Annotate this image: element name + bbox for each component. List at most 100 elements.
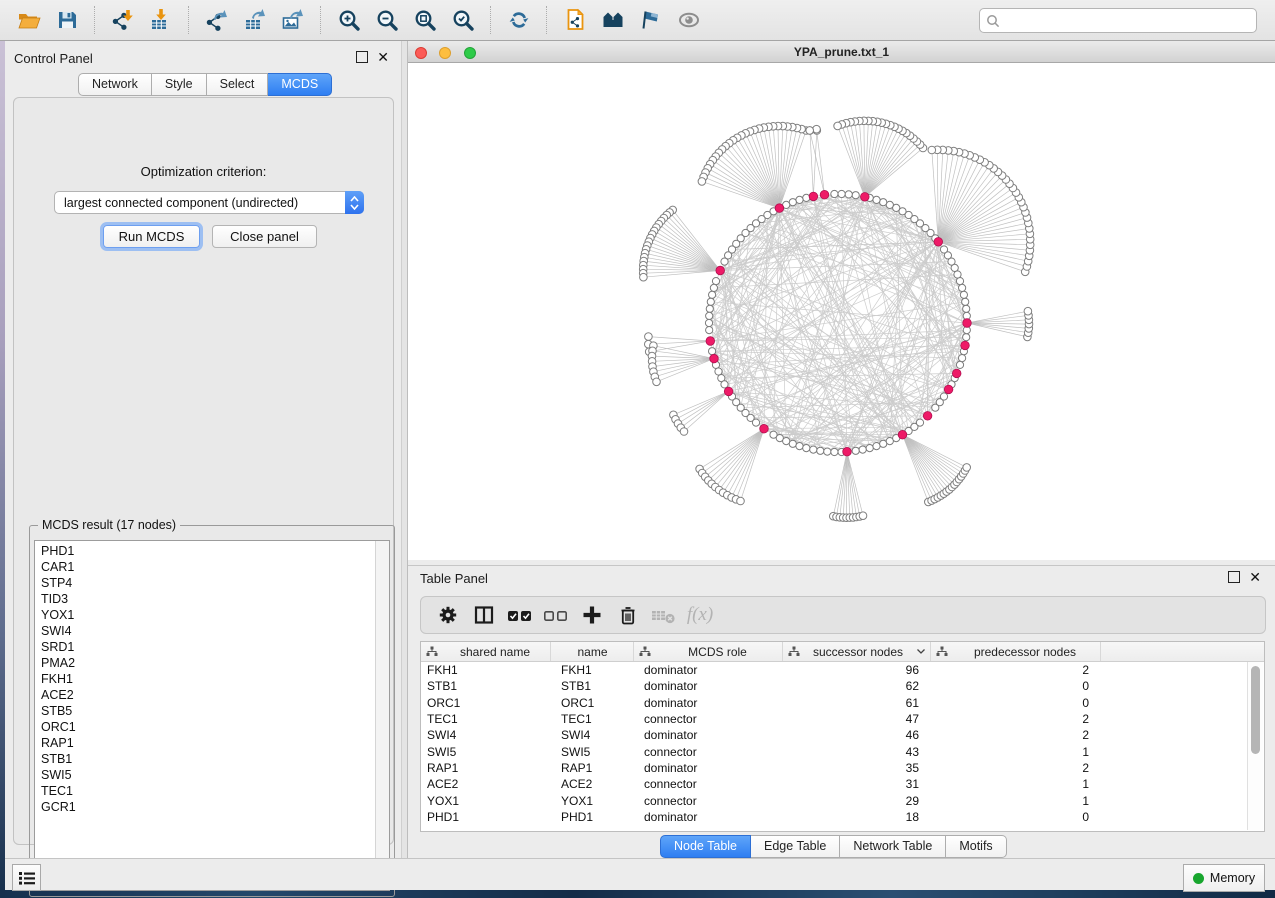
mcds-list-scrollbar[interactable] xyxy=(375,541,389,890)
search-input[interactable] xyxy=(1000,14,1256,28)
cell-predecessor-nodes: 0 xyxy=(931,696,1101,710)
table-row[interactable]: SWI5SWI5connector431 xyxy=(421,743,1264,759)
search-icon xyxy=(986,14,1000,28)
mcds-result-item[interactable]: RAP1 xyxy=(35,735,375,751)
mcds-result-item[interactable]: TID3 xyxy=(35,591,375,607)
table-row[interactable]: FKH1FKH1dominator962 xyxy=(421,662,1264,678)
task-history-button[interactable] xyxy=(12,864,41,891)
control-panel-title: Control Panel xyxy=(14,50,93,68)
column-header-successor-nodes[interactable]: successor nodes xyxy=(783,642,931,661)
table-panel-title: Table Panel xyxy=(420,571,488,586)
zoom-out-icon[interactable] xyxy=(370,5,404,35)
mcds-result-item[interactable]: PMA2 xyxy=(35,655,375,671)
tab-select[interactable]: Select xyxy=(207,73,269,96)
apply-layout-icon[interactable] xyxy=(502,5,536,35)
cell-successor-nodes: 31 xyxy=(783,777,931,791)
table-row[interactable]: STB1STB1dominator620 xyxy=(421,678,1264,694)
network-window-titlebar[interactable]: YPA_prune.txt_1 xyxy=(408,41,1275,63)
mcds-result-item[interactable]: SRD1 xyxy=(35,639,375,655)
dropdown-stepper-icon xyxy=(345,191,364,214)
mcds-result-item[interactable]: GCR1 xyxy=(35,799,375,815)
export-table-icon[interactable] xyxy=(238,5,272,35)
cell-MCDS-role: connector xyxy=(634,777,783,791)
table-row[interactable]: RAP1RAP1dominator352 xyxy=(421,760,1264,776)
mcds-result-item[interactable]: FKH1 xyxy=(35,671,375,687)
table-row[interactable]: TEC1TEC1connector472 xyxy=(421,711,1264,727)
mcds-result-list[interactable]: PHD1CAR1STP4TID3YOX1SWI4SRD1PMA2FKH1ACE2… xyxy=(34,540,390,891)
column-header-shared-name[interactable]: shared name xyxy=(421,642,551,661)
mcds-result-item[interactable]: YOX1 xyxy=(35,607,375,623)
open-file-icon[interactable] xyxy=(12,5,46,35)
table-row[interactable]: PHD1PHD1dominator180 xyxy=(421,809,1264,825)
export-network-icon[interactable] xyxy=(200,5,234,35)
mcds-result-item[interactable]: STP4 xyxy=(35,575,375,591)
column-label: name xyxy=(556,645,629,659)
tree-icon xyxy=(788,646,800,657)
import-network-icon[interactable] xyxy=(106,5,140,35)
columns-icon[interactable] xyxy=(469,602,499,628)
close-panel-icon[interactable]: ✕ xyxy=(377,52,389,62)
cell-name: YOX1 xyxy=(551,794,634,808)
function-icon: f(x) xyxy=(685,602,715,628)
table-scrollbar[interactable] xyxy=(1247,662,1263,830)
tab-network[interactable]: Network xyxy=(78,73,152,96)
tab-style[interactable]: Style xyxy=(152,73,207,96)
mcds-result-item[interactable]: STB1 xyxy=(35,751,375,767)
main-toolbar xyxy=(0,0,1275,41)
first-neighbors-icon[interactable] xyxy=(596,5,630,35)
column-label: successor nodes xyxy=(806,645,910,659)
column-header-MCDS-role[interactable]: MCDS role xyxy=(634,642,783,661)
close-table-panel-icon[interactable]: ✕ xyxy=(1249,572,1261,582)
tab-mcds[interactable]: MCDS xyxy=(268,73,332,96)
criterion-dropdown[interactable]: largest connected component (undirected) xyxy=(54,191,364,214)
table-row[interactable]: YOX1YOX1connector291 xyxy=(421,792,1264,808)
add-column-icon[interactable] xyxy=(577,602,607,628)
mcds-result-item[interactable]: SWI5 xyxy=(35,767,375,783)
table-tab-motifs[interactable]: Motifs xyxy=(946,835,1006,858)
flag-icon[interactable] xyxy=(634,5,668,35)
mcds-result-item[interactable]: TEC1 xyxy=(35,783,375,799)
cell-predecessor-nodes: 2 xyxy=(931,712,1101,726)
zoom-fit-icon[interactable] xyxy=(408,5,442,35)
search-field[interactable] xyxy=(979,8,1257,33)
float-panel-button[interactable] xyxy=(356,51,368,63)
run-mcds-button[interactable]: Run MCDS xyxy=(103,225,200,248)
zoom-in-icon[interactable] xyxy=(332,5,366,35)
close-panel-button[interactable]: Close panel xyxy=(212,225,317,248)
zoom-selected-icon[interactable] xyxy=(446,5,480,35)
table-row[interactable]: ORC1ORC1dominator610 xyxy=(421,695,1264,711)
export-image-icon[interactable] xyxy=(276,5,310,35)
new-network-from-selection-icon[interactable] xyxy=(558,5,592,35)
tree-icon xyxy=(426,646,438,657)
import-table-icon[interactable] xyxy=(144,5,178,35)
gear-icon[interactable] xyxy=(433,602,463,628)
cell-successor-nodes: 96 xyxy=(783,663,931,677)
mcds-result-item[interactable]: STB5 xyxy=(35,703,375,719)
column-header-name[interactable]: name xyxy=(551,642,634,661)
table-tab-network-table[interactable]: Network Table xyxy=(840,835,946,858)
table-row[interactable]: ACE2ACE2connector311 xyxy=(421,776,1264,792)
network-canvas[interactable] xyxy=(408,63,1275,560)
mcds-result-item[interactable]: ACE2 xyxy=(35,687,375,703)
table-tab-node-table[interactable]: Node Table xyxy=(660,835,751,858)
deselect-all-icon[interactable] xyxy=(541,602,571,628)
network-satellite-nodes[interactable] xyxy=(639,117,1034,522)
column-header-predecessor-nodes[interactable]: predecessor nodes xyxy=(931,642,1101,661)
cell-name: STB1 xyxy=(551,679,634,693)
vertical-splitter[interactable] xyxy=(401,41,408,858)
eye-icon[interactable] xyxy=(672,5,706,35)
float-table-panel-button[interactable] xyxy=(1228,571,1240,583)
mcds-result-item[interactable]: SWI4 xyxy=(35,623,375,639)
mcds-result-item[interactable]: PHD1 xyxy=(35,543,375,559)
mcds-result-item[interactable]: CAR1 xyxy=(35,559,375,575)
table-row[interactable]: SWI4SWI4dominator462 xyxy=(421,727,1264,743)
table-scrollbar-thumb[interactable] xyxy=(1251,666,1260,754)
memory-status-icon xyxy=(1193,873,1204,884)
save-session-icon[interactable] xyxy=(50,5,84,35)
delete-column-icon[interactable] xyxy=(613,602,643,628)
memory-button[interactable]: Memory xyxy=(1183,864,1265,892)
mcds-result-item[interactable]: ORC1 xyxy=(35,719,375,735)
cell-name: RAP1 xyxy=(551,761,634,775)
table-tab-edge-table[interactable]: Edge Table xyxy=(751,835,840,858)
select-all-icon[interactable] xyxy=(505,602,535,628)
